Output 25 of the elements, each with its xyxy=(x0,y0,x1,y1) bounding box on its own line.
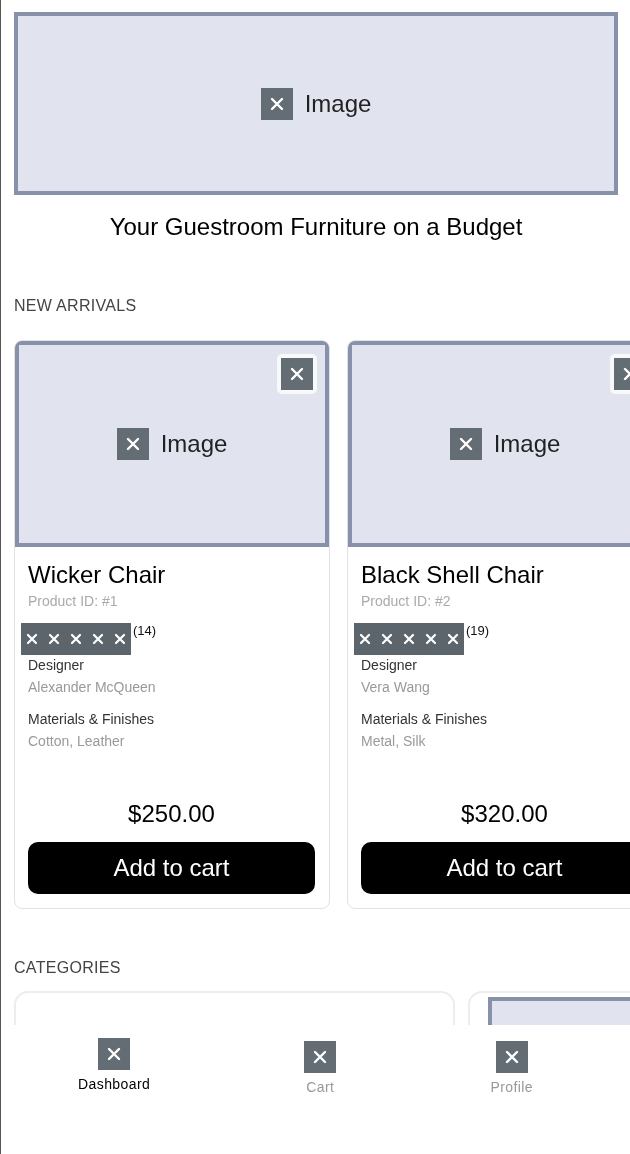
product-id: Product ID: #2 xyxy=(361,593,452,609)
designer-name: Alexander McQueen xyxy=(28,679,157,695)
image-alt-text: Image xyxy=(304,89,372,118)
add-to-cart-button[interactable]: Add to cart xyxy=(28,842,315,894)
product-name: Wicker Chair xyxy=(28,561,167,589)
materials-label: Materials & Finishes xyxy=(361,711,489,727)
designer-label: Designer xyxy=(28,657,86,673)
materials-value: Metal, Silk xyxy=(361,733,427,749)
section-heading: NEW ARRIVALS xyxy=(14,297,138,315)
product-price: $320.00 xyxy=(460,800,549,828)
materials-value: Cotton, Leather xyxy=(28,733,126,749)
review-count: (14) xyxy=(133,623,157,638)
product-price: $250.00 xyxy=(127,800,216,828)
designer-label: Designer xyxy=(361,657,419,673)
add-to-cart-button[interactable]: Add to cart xyxy=(361,842,630,894)
review-count: (19) xyxy=(466,623,490,638)
product-name: Black Shell Chair xyxy=(361,561,545,589)
nav-tab[interactable]: Dashboard xyxy=(72,1025,157,1093)
image-alt-text: Image xyxy=(493,430,561,458)
image-alt-text: Image xyxy=(160,430,228,458)
materials-label: Materials & Finishes xyxy=(28,711,156,727)
hero-title: Your Guestroom Furniture on a Budget xyxy=(108,213,524,241)
designer-name: Vera Wang xyxy=(361,679,431,695)
section-heading: CATEGORIES xyxy=(14,959,122,977)
product-id: Product ID: #1 xyxy=(28,593,119,609)
